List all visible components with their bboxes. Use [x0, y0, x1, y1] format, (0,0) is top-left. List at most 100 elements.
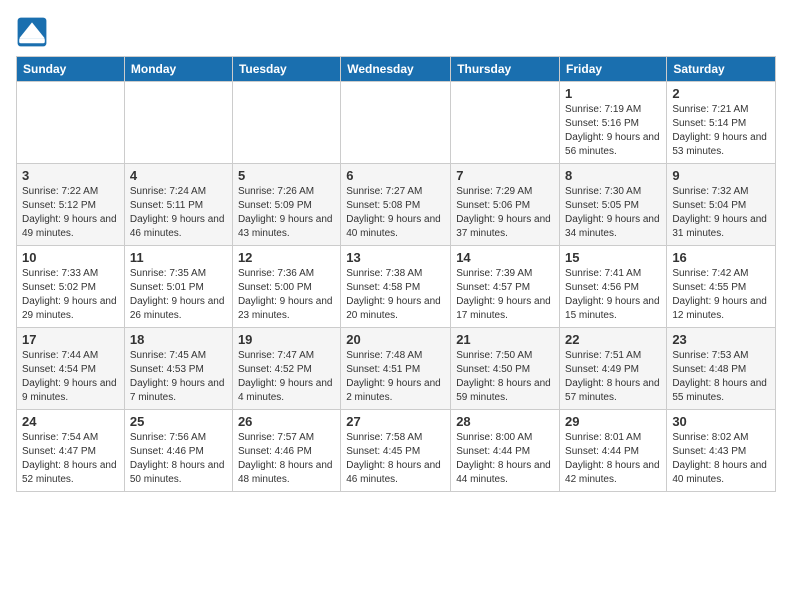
calendar-cell: 23 Sunrise: 7:53 AM Sunset: 4:48 PM Dayli…: [667, 328, 776, 410]
calendar-cell: 20 Sunrise: 7:48 AM Sunset: 4:51 PM Dayli…: [341, 328, 451, 410]
calendar-cell: 17Sunrise: 7:44 AM Sunset: 4:54 PM Dayli…: [17, 328, 125, 410]
calendar-cell: 5 Sunrise: 7:26 AM Sunset: 5:09 PM Daylig…: [232, 164, 340, 246]
day-number: 9: [672, 168, 770, 183]
calendar-cell: 25 Sunrise: 7:56 AM Sunset: 4:46 PM Dayli…: [124, 410, 232, 492]
day-number: 5: [238, 168, 335, 183]
calendar-cell: [124, 82, 232, 164]
day-number: 7: [456, 168, 554, 183]
day-number: 11: [130, 250, 227, 265]
calendar-cell: 19 Sunrise: 7:47 AM Sunset: 4:52 PM Dayli…: [232, 328, 340, 410]
header: [16, 16, 776, 48]
calendar-table: SundayMondayTuesdayWednesdayThursdayFrid…: [16, 56, 776, 492]
calendar-cell: 29 Sunrise: 8:01 AM Sunset: 4:44 PM Dayli…: [560, 410, 667, 492]
weekday-header: Thursday: [451, 57, 560, 82]
day-info: Sunrise: 7:56 AM Sunset: 4:46 PM Dayligh…: [130, 431, 227, 487]
calendar-cell: 10Sunrise: 7:33 AM Sunset: 5:02 PM Dayli…: [17, 246, 125, 328]
day-info: Sunrise: 7:45 AM Sunset: 4:53 PM Dayligh…: [130, 349, 227, 405]
calendar-cell: 9 Sunrise: 7:32 AM Sunset: 5:04 PM Daylig…: [667, 164, 776, 246]
calendar-week: 10Sunrise: 7:33 AM Sunset: 5:02 PM Dayli…: [17, 246, 776, 328]
calendar-cell: 6 Sunrise: 7:27 AM Sunset: 5:08 PM Daylig…: [341, 164, 451, 246]
day-number: 3: [22, 168, 119, 183]
day-info: Sunrise: 7:44 AM Sunset: 4:54 PM Dayligh…: [22, 349, 119, 405]
day-number: 22: [565, 332, 661, 347]
day-info: Sunrise: 7:54 AM Sunset: 4:47 PM Dayligh…: [22, 431, 119, 487]
calendar-cell: 2 Sunrise: 7:21 AM Sunset: 5:14 PM Daylig…: [667, 82, 776, 164]
calendar-cell: 11Sunrise: 7:35 AM Sunset: 5:01 PM Dayli…: [124, 246, 232, 328]
weekday-header: Wednesday: [341, 57, 451, 82]
calendar-cell: [17, 82, 125, 164]
day-number: 20: [346, 332, 445, 347]
day-info: Sunrise: 7:38 AM Sunset: 4:58 PM Dayligh…: [346, 267, 445, 323]
calendar-cell: 15 Sunrise: 7:41 AM Sunset: 4:56 PM Dayli…: [560, 246, 667, 328]
weekday-header: Friday: [560, 57, 667, 82]
day-info: Sunrise: 7:19 AM Sunset: 5:16 PM Dayligh…: [565, 103, 661, 159]
day-info: Sunrise: 7:27 AM Sunset: 5:08 PM Dayligh…: [346, 185, 445, 241]
day-info: Sunrise: 7:48 AM Sunset: 4:51 PM Dayligh…: [346, 349, 445, 405]
day-number: 2: [672, 86, 770, 101]
day-info: Sunrise: 7:39 AM Sunset: 4:57 PM Dayligh…: [456, 267, 554, 323]
day-number: 23: [672, 332, 770, 347]
day-number: 19: [238, 332, 335, 347]
calendar-cell: [341, 82, 451, 164]
day-info: Sunrise: 7:36 AM Sunset: 5:00 PM Dayligh…: [238, 267, 335, 323]
day-number: 1: [565, 86, 661, 101]
day-number: 12: [238, 250, 335, 265]
day-number: 6: [346, 168, 445, 183]
day-number: 8: [565, 168, 661, 183]
day-number: 16: [672, 250, 770, 265]
day-number: 14: [456, 250, 554, 265]
day-info: Sunrise: 8:01 AM Sunset: 4:44 PM Dayligh…: [565, 431, 661, 487]
calendar-week: 24 Sunrise: 7:54 AM Sunset: 4:47 PM Dayli…: [17, 410, 776, 492]
calendar-cell: 28 Sunrise: 8:00 AM Sunset: 4:44 PM Dayli…: [451, 410, 560, 492]
calendar-cell: 26Sunrise: 7:57 AM Sunset: 4:46 PM Dayli…: [232, 410, 340, 492]
day-number: 21: [456, 332, 554, 347]
logo: [16, 16, 52, 48]
calendar-cell: 16 Sunrise: 7:42 AM Sunset: 4:55 PM Dayli…: [667, 246, 776, 328]
day-number: 29: [565, 414, 661, 429]
calendar-week: 1 Sunrise: 7:19 AM Sunset: 5:16 PM Daylig…: [17, 82, 776, 164]
day-info: Sunrise: 7:53 AM Sunset: 4:48 PM Dayligh…: [672, 349, 770, 405]
calendar-cell: 4Sunrise: 7:24 AM Sunset: 5:11 PM Daylig…: [124, 164, 232, 246]
weekday-header: Sunday: [17, 57, 125, 82]
day-info: Sunrise: 7:32 AM Sunset: 5:04 PM Dayligh…: [672, 185, 770, 241]
calendar-week: 3 Sunrise: 7:22 AM Sunset: 5:12 PM Daylig…: [17, 164, 776, 246]
day-info: Sunrise: 7:42 AM Sunset: 4:55 PM Dayligh…: [672, 267, 770, 323]
day-number: 24: [22, 414, 119, 429]
day-info: Sunrise: 7:51 AM Sunset: 4:49 PM Dayligh…: [565, 349, 661, 405]
day-number: 25: [130, 414, 227, 429]
day-number: 28: [456, 414, 554, 429]
calendar-cell: 8 Sunrise: 7:30 AM Sunset: 5:05 PM Daylig…: [560, 164, 667, 246]
calendar-cell: 22 Sunrise: 7:51 AM Sunset: 4:49 PM Dayli…: [560, 328, 667, 410]
calendar-week: 17Sunrise: 7:44 AM Sunset: 4:54 PM Dayli…: [17, 328, 776, 410]
day-info: Sunrise: 7:30 AM Sunset: 5:05 PM Dayligh…: [565, 185, 661, 241]
day-info: Sunrise: 7:26 AM Sunset: 5:09 PM Dayligh…: [238, 185, 335, 241]
day-info: Sunrise: 7:22 AM Sunset: 5:12 PM Dayligh…: [22, 185, 119, 241]
weekday-header: Tuesday: [232, 57, 340, 82]
calendar-cell: [232, 82, 340, 164]
day-info: Sunrise: 7:29 AM Sunset: 5:06 PM Dayligh…: [456, 185, 554, 241]
day-info: Sunrise: 7:47 AM Sunset: 4:52 PM Dayligh…: [238, 349, 335, 405]
calendar-cell: 27Sunrise: 7:58 AM Sunset: 4:45 PM Dayli…: [341, 410, 451, 492]
day-number: 15: [565, 250, 661, 265]
weekday-header: Monday: [124, 57, 232, 82]
calendar-cell: 18 Sunrise: 7:45 AM Sunset: 4:53 PM Dayli…: [124, 328, 232, 410]
day-number: 30: [672, 414, 770, 429]
calendar-header: SundayMondayTuesdayWednesdayThursdayFrid…: [17, 57, 776, 82]
day-number: 4: [130, 168, 227, 183]
calendar-cell: [451, 82, 560, 164]
day-number: 18: [130, 332, 227, 347]
calendar-cell: 30 Sunrise: 8:02 AM Sunset: 4:43 PM Dayli…: [667, 410, 776, 492]
day-info: Sunrise: 7:41 AM Sunset: 4:56 PM Dayligh…: [565, 267, 661, 323]
day-info: Sunrise: 7:33 AM Sunset: 5:02 PM Dayligh…: [22, 267, 119, 323]
weekday-header: Saturday: [667, 57, 776, 82]
day-number: 26: [238, 414, 335, 429]
day-info: Sunrise: 7:21 AM Sunset: 5:14 PM Dayligh…: [672, 103, 770, 159]
day-info: Sunrise: 7:50 AM Sunset: 4:50 PM Dayligh…: [456, 349, 554, 405]
calendar-cell: 24 Sunrise: 7:54 AM Sunset: 4:47 PM Dayli…: [17, 410, 125, 492]
calendar-cell: 7 Sunrise: 7:29 AM Sunset: 5:06 PM Daylig…: [451, 164, 560, 246]
day-info: Sunrise: 8:00 AM Sunset: 4:44 PM Dayligh…: [456, 431, 554, 487]
day-number: 13: [346, 250, 445, 265]
calendar-cell: 1 Sunrise: 7:19 AM Sunset: 5:16 PM Daylig…: [560, 82, 667, 164]
calendar-cell: 21 Sunrise: 7:50 AM Sunset: 4:50 PM Dayli…: [451, 328, 560, 410]
day-info: Sunrise: 8:02 AM Sunset: 4:43 PM Dayligh…: [672, 431, 770, 487]
